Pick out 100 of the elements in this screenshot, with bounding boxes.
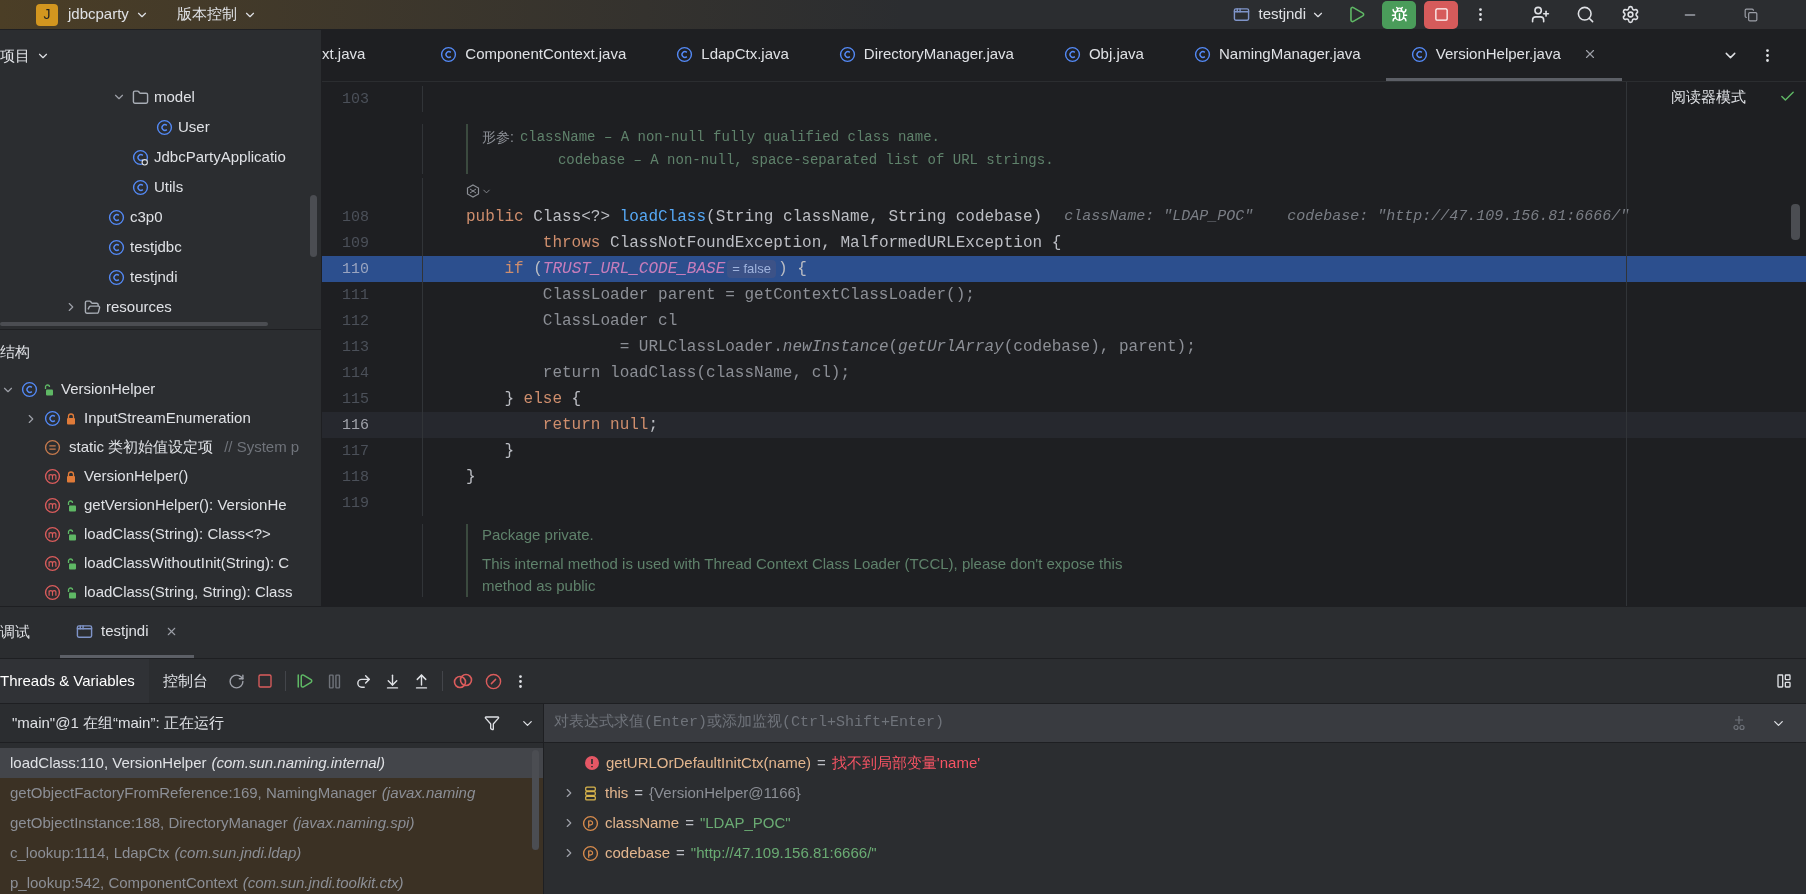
doc-text: This internal method is used with Thread Context Class Loader (TCCL), please don't expose this bbox=[482, 554, 1123, 574]
line-number: 110 bbox=[342, 261, 369, 279]
editor-tab[interactable]: LdapCtx.java bbox=[651, 30, 814, 81]
evaluate-field[interactable]: 对表达式求值(Enter)或添加监视(Ctrl+Shift+Enter) bbox=[554, 711, 1731, 735]
method-icon bbox=[44, 497, 61, 514]
code-text: throws ClassNotFoundException, MalformedURLException { bbox=[541, 233, 1062, 254]
horizontal-scrollbar[interactable] bbox=[0, 322, 268, 326]
view-tab[interactable]: Threads & Variables bbox=[0, 659, 149, 703]
rerun-icon[interactable] bbox=[227, 672, 245, 690]
parameter-icon bbox=[582, 844, 599, 862]
folder-icon bbox=[132, 88, 149, 106]
resume-icon[interactable] bbox=[295, 672, 314, 690]
class-icon bbox=[108, 208, 125, 226]
tree-item[interactable]: model bbox=[154, 85, 195, 109]
stack-frame[interactable]: loadClass:110, VersionHelper (com.sun.naming.internal) bbox=[0, 748, 543, 778]
structure-item[interactable]: InputStreamEnumeration bbox=[84, 407, 251, 430]
run-config-icon bbox=[1233, 6, 1251, 23]
tree-item[interactable]: testjdbc bbox=[130, 235, 182, 259]
code-text: return null; bbox=[541, 415, 659, 436]
editor-tab[interactable]: NamingManager.java bbox=[1168, 30, 1386, 81]
structure-item[interactable]: loadClass(String, String): Class bbox=[84, 581, 293, 604]
code-text: ) { bbox=[777, 259, 807, 280]
doc-text: Package private. bbox=[482, 525, 595, 545]
vertical-scrollbar[interactable] bbox=[1791, 204, 1800, 240]
variable-value: "LDAP_POC" bbox=[699, 812, 791, 833]
stack-frame[interactable]: c_lookup:1114, LdapCtx (com.sun.jndi.ldap) bbox=[0, 838, 543, 868]
line-number: 116 bbox=[342, 417, 369, 435]
window-icon bbox=[76, 622, 93, 640]
class-icon bbox=[156, 118, 173, 136]
project-dropdown[interactable]: jdbcparty bbox=[68, 3, 149, 26]
run-icon[interactable] bbox=[1347, 5, 1366, 24]
debug-panel-title: 调试 bbox=[0, 622, 30, 643]
stop-icon[interactable] bbox=[256, 673, 273, 689]
thread-selector[interactable]: "main"@1 在组“main”: 正在运行 bbox=[0, 711, 224, 735]
layout-icon[interactable] bbox=[1776, 673, 1792, 689]
stack-frame[interactable]: getObjectFactoryFromReference:169, NamingManager (javax.naming bbox=[0, 778, 543, 808]
editor-tab[interactable]: DirectoryManager.java bbox=[813, 30, 1039, 81]
vcs-dropdown[interactable]: 版本控制 bbox=[176, 3, 257, 26]
structure-item[interactable]: static 类初始值设定项 bbox=[69, 436, 214, 459]
tree-item[interactable]: testjndi bbox=[130, 265, 178, 289]
stop-button[interactable] bbox=[1424, 0, 1458, 29]
evaluate-bar[interactable]: 对表达式求值(Enter)或添加监视(Ctrl+Shift+Enter) bbox=[544, 704, 1806, 743]
mute-breakpoints-icon[interactable] bbox=[484, 672, 502, 690]
settings-icon[interactable] bbox=[1621, 5, 1640, 24]
breakpoints-icon[interactable] bbox=[452, 672, 473, 690]
error-icon bbox=[584, 755, 600, 771]
editor-tab[interactable]: Obj.java bbox=[1038, 30, 1169, 81]
code-text: } bbox=[503, 441, 514, 462]
code-text: } bbox=[466, 467, 476, 488]
code-text: public Class<?> loadClass(String className, String codebase) bbox=[466, 207, 1043, 228]
structure-item[interactable]: VersionHelper() bbox=[84, 465, 189, 488]
stack-frame[interactable]: p_lookup:542, ComponentContext (com.sun.jndi.toolkit.ctx) bbox=[0, 868, 543, 894]
class-icon bbox=[1193, 45, 1211, 63]
variable-name[interactable]: codebase bbox=[605, 841, 671, 865]
editor-tab[interactable]: ComponentContext.java bbox=[415, 30, 652, 81]
class-icon bbox=[1410, 45, 1428, 63]
bug-icon bbox=[1390, 6, 1408, 23]
class-icon bbox=[21, 381, 38, 398]
folder-icon bbox=[84, 298, 101, 316]
debug-button[interactable] bbox=[1382, 0, 1416, 29]
tree-item[interactable]: resources bbox=[106, 295, 172, 319]
restore-icon[interactable] bbox=[1744, 7, 1758, 22]
class-icon bbox=[108, 268, 125, 286]
structure-item[interactable]: loadClassWithoutInit(String): C bbox=[84, 552, 290, 575]
tree-item[interactable]: User bbox=[178, 115, 210, 139]
inline-value: = false bbox=[727, 260, 776, 278]
vertical-scrollbar[interactable] bbox=[310, 195, 317, 257]
code-text: return loadClass(className, cl); bbox=[541, 363, 851, 384]
parameter-icon bbox=[582, 814, 599, 832]
tree-item[interactable]: Utils bbox=[154, 175, 184, 199]
step-over-icon[interactable] bbox=[354, 672, 372, 690]
structure-item[interactable]: loadClass(String): Class<?> bbox=[84, 523, 271, 546]
code-text: } else { bbox=[503, 389, 582, 410]
tree-item[interactable]: c3p0 bbox=[130, 205, 163, 229]
code-text: ClassLoader parent = getContextClassLoader(); bbox=[541, 285, 975, 306]
stack-frame[interactable]: getObjectInstance:188, DirectoryManager (javax.naming.spi) bbox=[0, 808, 543, 838]
class-icon bbox=[44, 410, 61, 427]
variable-name[interactable]: getURLOrDefaultInitCtx(name) bbox=[606, 751, 812, 775]
structure-item[interactable]: VersionHelper bbox=[61, 378, 156, 401]
vertical-scrollbar[interactable] bbox=[532, 750, 539, 850]
search-icon[interactable] bbox=[1576, 5, 1595, 24]
editor-tab[interactable]: VersionHelper.java bbox=[1385, 30, 1622, 81]
variable-value: 找不到局部变量'name' bbox=[831, 752, 981, 773]
tree-item[interactable]: JdbcPartyApplicatio bbox=[154, 145, 286, 169]
variable-name[interactable]: this bbox=[605, 781, 629, 805]
variable-name[interactable]: className bbox=[605, 811, 680, 835]
code-text: = URLClassLoader.newInstance(getUrlArray(codebase), parent); bbox=[618, 337, 1196, 358]
add-user-icon[interactable] bbox=[1531, 5, 1550, 24]
run-config-dropdown[interactable]: testjndi bbox=[1258, 3, 1325, 26]
filter-icon[interactable] bbox=[484, 715, 500, 731]
editor-tab[interactable]: xt.java bbox=[322, 30, 416, 81]
class-icon bbox=[676, 45, 694, 63]
doc-text: method as public bbox=[482, 576, 597, 596]
project-panel-title[interactable]: 项目 bbox=[0, 44, 50, 68]
class-icon bbox=[838, 45, 856, 63]
comment-text: // System p bbox=[224, 437, 300, 458]
method-icon bbox=[44, 555, 61, 572]
view-tab[interactable]: 控制台 bbox=[148, 659, 222, 703]
render-doc-icon[interactable] bbox=[466, 184, 480, 198]
structure-item[interactable]: getVersionHelper(): VersionHe bbox=[84, 494, 287, 517]
